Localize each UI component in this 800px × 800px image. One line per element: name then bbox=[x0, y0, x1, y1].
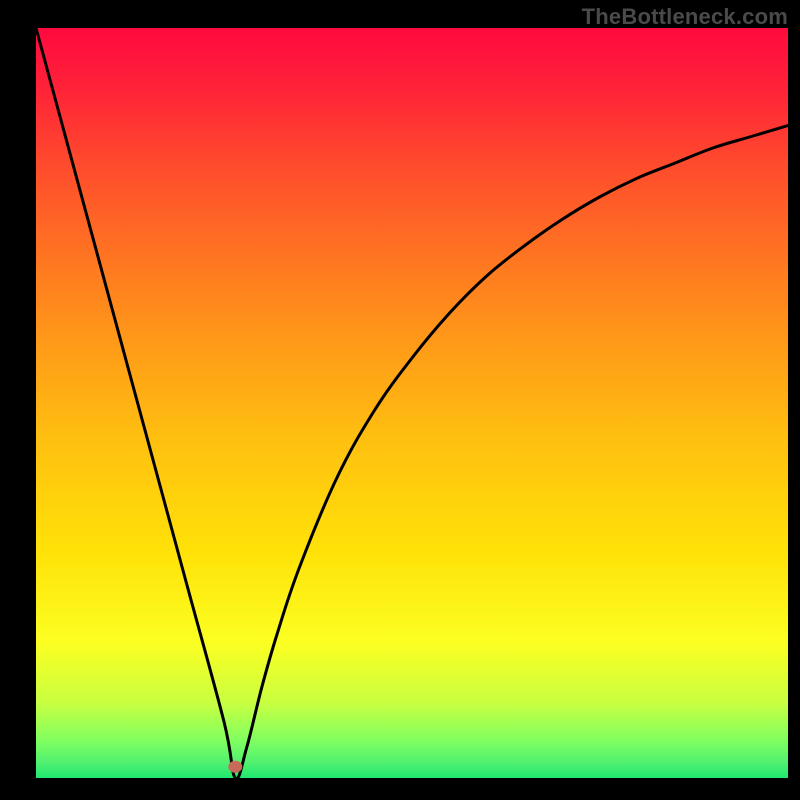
watermark-label: TheBottleneck.com bbox=[582, 4, 788, 30]
chart-frame: TheBottleneck.com bbox=[0, 0, 800, 800]
min-point-marker bbox=[228, 761, 242, 773]
chart-svg bbox=[0, 0, 800, 800]
plot-background bbox=[36, 28, 788, 778]
